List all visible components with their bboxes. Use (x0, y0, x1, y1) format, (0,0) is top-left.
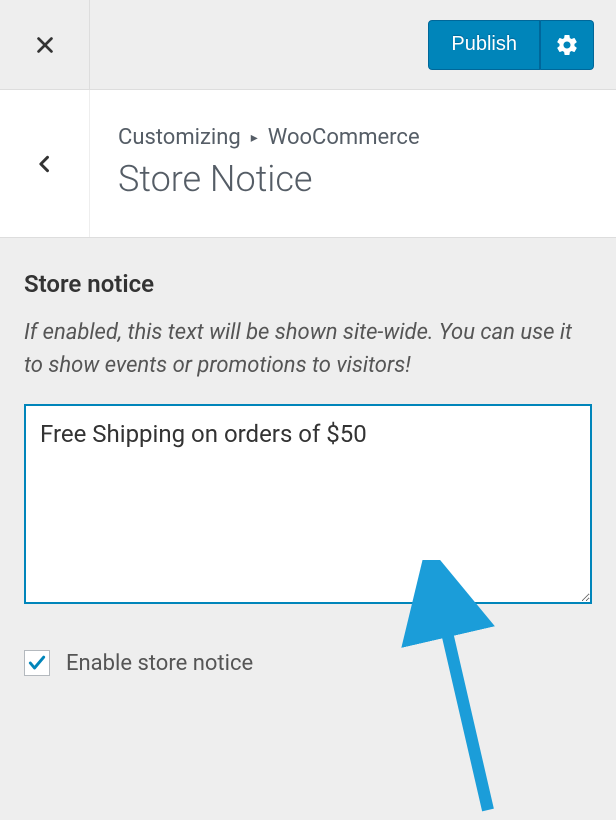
enable-store-notice-checkbox[interactable] (24, 650, 50, 676)
publish-settings-button[interactable] (540, 20, 594, 70)
checkmark-icon (27, 653, 47, 673)
store-notice-label: Store notice (24, 270, 592, 298)
chevron-right-icon: ▸ (251, 130, 258, 146)
panel-body: Store notice If enabled, this text will … (0, 238, 616, 700)
breadcrumb-section: WooCommerce (268, 125, 420, 150)
close-button[interactable] (0, 0, 90, 89)
enable-store-notice-row: Enable store notice (24, 650, 592, 676)
gear-icon (555, 33, 579, 57)
top-bar-actions: Publish (90, 0, 616, 89)
header-content: Customizing ▸ WooCommerce Store Notice (90, 90, 616, 237)
close-icon (34, 34, 56, 56)
store-notice-description: If enabled, this text will be shown site… (24, 316, 592, 382)
chevron-left-icon (35, 154, 55, 174)
top-bar: Publish (0, 0, 616, 90)
publish-button[interactable]: Publish (428, 20, 540, 70)
publish-group: Publish (428, 20, 594, 70)
page-title: Store Notice (118, 158, 586, 201)
header-section: Customizing ▸ WooCommerce Store Notice (0, 90, 616, 238)
store-notice-textarea[interactable] (24, 404, 592, 604)
breadcrumb: Customizing ▸ WooCommerce (118, 125, 586, 150)
enable-store-notice-label[interactable]: Enable store notice (66, 651, 253, 676)
breadcrumb-parent: Customizing (118, 125, 241, 150)
back-button[interactable] (0, 90, 90, 237)
